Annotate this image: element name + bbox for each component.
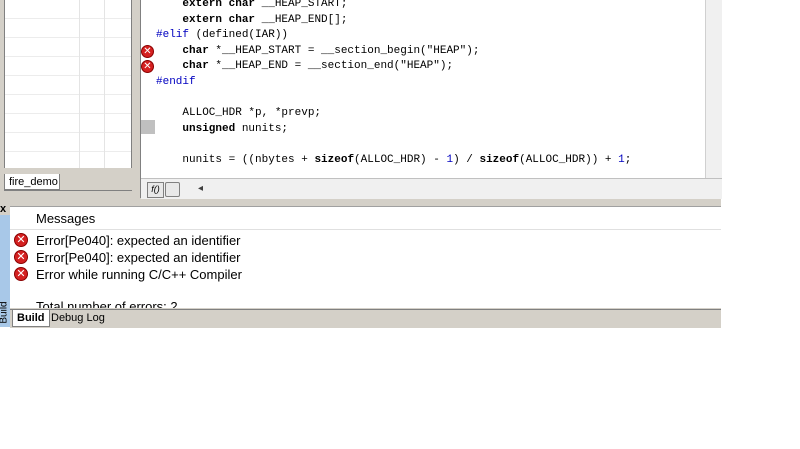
code-line[interactable]: extern char __HEAP_START; <box>156 0 347 12</box>
code-keyword: extern char <box>182 0 256 10</box>
code-token: ; <box>624 154 632 166</box>
scroll-left-icon[interactable]: ◂ <box>198 183 203 194</box>
message-text: Error while running C/C++ Compiler <box>36 267 242 282</box>
close-icon[interactable]: x <box>0 203 9 215</box>
workspace-file-list[interactable] <box>4 0 132 168</box>
code-keyword: char <box>182 60 209 73</box>
error-marker-icon[interactable]: ✕ <box>141 44 154 58</box>
message-row[interactable]: ✕ Error[Pe040]: expected an identifier <box>10 249 721 266</box>
code-line[interactable]: extern char __HEAP_END[]; <box>156 13 347 28</box>
ide-window: fire_demo extern char __HEAP_START; exte… <box>0 0 722 328</box>
tab-debug-log[interactable]: Debug Log <box>47 310 109 327</box>
message-text: Error[Pe040]: expected an identifier <box>36 250 241 265</box>
message-text: Error[Pe040]: expected an identifier <box>36 233 241 248</box>
code-preprocessor: #elif <box>156 29 190 42</box>
divider <box>10 229 721 230</box>
code-line[interactable]: char *__HEAP_START = __section_begin("HE… <box>156 44 479 59</box>
code-token: (ALLOC_HDR)) + <box>519 154 619 166</box>
code-token: nunits; <box>235 122 289 135</box>
code-token: __HEAP_START; <box>255 0 348 10</box>
code-token: (defined(IAR)) <box>189 29 289 42</box>
code-keyword: sizeof <box>479 154 520 166</box>
split-view-button[interactable] <box>165 182 180 197</box>
messages-column-header[interactable]: Messages <box>36 211 95 226</box>
code-line[interactable]: ALLOC_HDR *p, *prevp; <box>156 106 321 121</box>
code-keyword: unsigned <box>182 122 236 135</box>
messages-panel: x Build Messages ✕ Error[Pe040]: expecte… <box>0 203 721 328</box>
error-icon: ✕ <box>14 250 28 264</box>
message-row[interactable]: ✕ Error while running C/C++ Compiler <box>10 266 721 283</box>
code-keyword: sizeof <box>314 154 355 166</box>
divider <box>4 190 132 191</box>
code-token: nunits = ((nbytes + <box>182 154 315 166</box>
code-line[interactable]: unsigned nunits; <box>156 122 288 137</box>
code-editor[interactable]: extern char __HEAP_START; extern char __… <box>140 0 722 199</box>
message-summary-row[interactable]: Total number of errors: 2 <box>10 298 721 308</box>
workspace-panel: fire_demo <box>0 0 136 198</box>
code-line[interactable]: #endif <box>156 75 196 90</box>
output-tabs: Build Debug Log <box>10 309 721 328</box>
code-line[interactable]: char *__HEAP_END = __section_end("HEAP")… <box>156 59 453 74</box>
code-line[interactable]: #elif (defined(IAR)) <box>156 28 288 43</box>
code-token: *__HEAP_START = __section_begin("HEAP"); <box>208 44 480 57</box>
code-keyword: char <box>182 44 209 57</box>
messages-list[interactable]: Messages ✕ Error[Pe040]: expected an ide… <box>10 206 721 308</box>
code-line[interactable]: nunits = ((nbytes + sizeof(ALLOC_HDR) - … <box>156 153 631 168</box>
code-token: *__HEAP_END = __section_end("HEAP"); <box>208 60 454 73</box>
editor-bottom-bar: f() ◂ <box>141 178 722 199</box>
build-side-label: Build <box>0 301 10 324</box>
code-area[interactable]: extern char __HEAP_START; extern char __… <box>156 0 706 178</box>
tab-build[interactable]: Build <box>12 310 50 327</box>
message-row[interactable]: ✕ Error[Pe040]: expected an identifier <box>10 232 721 249</box>
build-side-tab[interactable]: Build <box>0 215 10 327</box>
code-token: ) / <box>453 154 480 166</box>
workspace-tab-fire-demo[interactable]: fire_demo <box>4 174 60 190</box>
function-navigator-button[interactable]: f() <box>147 182 164 198</box>
vertical-scrollbar[interactable] <box>705 0 722 178</box>
code-keyword: extern char <box>182 13 256 26</box>
code-number: 1 <box>618 154 625 166</box>
error-count-summary: Total number of errors: 2 <box>36 299 178 308</box>
code-token: ALLOC_HDR *p, *prevp; <box>182 107 322 120</box>
editor-gutter[interactable] <box>141 0 155 178</box>
error-icon: ✕ <box>14 233 28 247</box>
code-token: __HEAP_END[]; <box>255 13 348 26</box>
gutter-bookmark <box>141 120 155 134</box>
error-icon: ✕ <box>14 267 28 281</box>
horizontal-scrollbar[interactable] <box>211 183 711 193</box>
code-token: (ALLOC_HDR) - <box>354 154 447 166</box>
code-preprocessor: #endif <box>156 76 196 88</box>
